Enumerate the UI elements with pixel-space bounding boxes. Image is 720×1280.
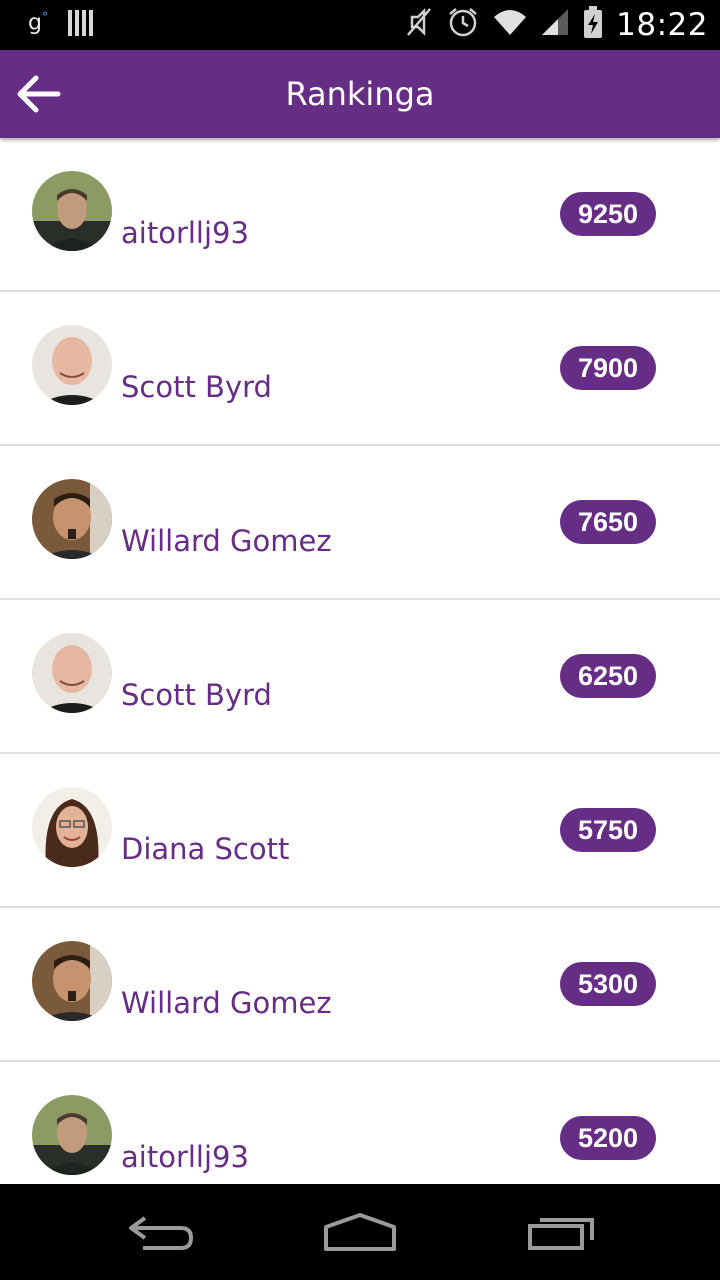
avatar-scott-byrd <box>32 633 112 713</box>
carrier-icon: g° <box>28 10 48 36</box>
avatar-aitorllj93 <box>32 1095 112 1175</box>
ranking-row[interactable]: Willard Gomez 7650 <box>0 446 720 600</box>
score-badge: 6250 <box>560 654 656 698</box>
player-name: Scott Byrd <box>121 370 272 404</box>
nav-recents-button[interactable] <box>512 1202 612 1262</box>
status-time: 18:22 <box>616 6 708 43</box>
score-badge: 7900 <box>560 346 656 390</box>
status-right: 18:22 <box>404 5 708 44</box>
signal-bars-icon <box>67 10 93 36</box>
player-name: Scott Byrd <box>121 678 272 712</box>
score-badge: 5300 <box>560 962 656 1006</box>
nav-back-button[interactable] <box>110 1202 210 1262</box>
arrow-left-icon <box>17 75 61 113</box>
alarm-icon <box>446 5 480 44</box>
nav-home-button[interactable] <box>310 1202 410 1262</box>
ranking-row[interactable]: aitorllj93 5200 <box>0 1062 720 1184</box>
page-title: Rankinga <box>285 75 435 113</box>
back-button[interactable] <box>10 68 66 120</box>
player-name: Willard Gomez <box>121 986 332 1020</box>
back-nav-icon <box>129 1216 193 1250</box>
ranking-row[interactable]: Scott Byrd 6250 <box>0 600 720 754</box>
status-left: g° <box>28 10 93 36</box>
ranking-row[interactable]: Scott Byrd 7900 <box>0 292 720 446</box>
ranking-list: aitorllj93 9250 Scott Byrd 7900 Willard … <box>0 138 720 1184</box>
battery-charging-icon <box>582 5 604 44</box>
score-badge: 5200 <box>560 1116 656 1160</box>
avatar-scott-byrd <box>32 325 112 405</box>
status-bar: g° 18:22 <box>0 0 720 50</box>
avatar-aitorllj93 <box>32 171 112 251</box>
avatar-willard-gomez <box>32 941 112 1021</box>
score-badge: 5750 <box>560 808 656 852</box>
wifi-icon <box>492 7 528 42</box>
app-bar: Rankinga <box>0 50 720 138</box>
cell-signal-icon <box>540 7 570 42</box>
player-name: Willard Gomez <box>121 524 332 558</box>
player-name: Diana Scott <box>121 832 290 866</box>
avatar-diana-scott <box>32 787 112 867</box>
ranking-row[interactable]: Diana Scott 5750 <box>0 754 720 908</box>
mute-icon <box>404 5 434 44</box>
player-name: aitorllj93 <box>121 216 249 250</box>
score-badge: 9250 <box>560 192 656 236</box>
ranking-row[interactable]: aitorllj93 9250 <box>0 138 720 292</box>
player-name: aitorllj93 <box>121 1140 249 1174</box>
avatar-willard-gomez <box>32 479 112 559</box>
ranking-row[interactable]: Willard Gomez 5300 <box>0 908 720 1062</box>
navigation-bar <box>0 1184 720 1280</box>
score-badge: 7650 <box>560 500 656 544</box>
recents-nav-icon <box>528 1218 594 1250</box>
carrier-glyph: g <box>28 10 42 36</box>
home-nav-icon <box>324 1213 396 1251</box>
